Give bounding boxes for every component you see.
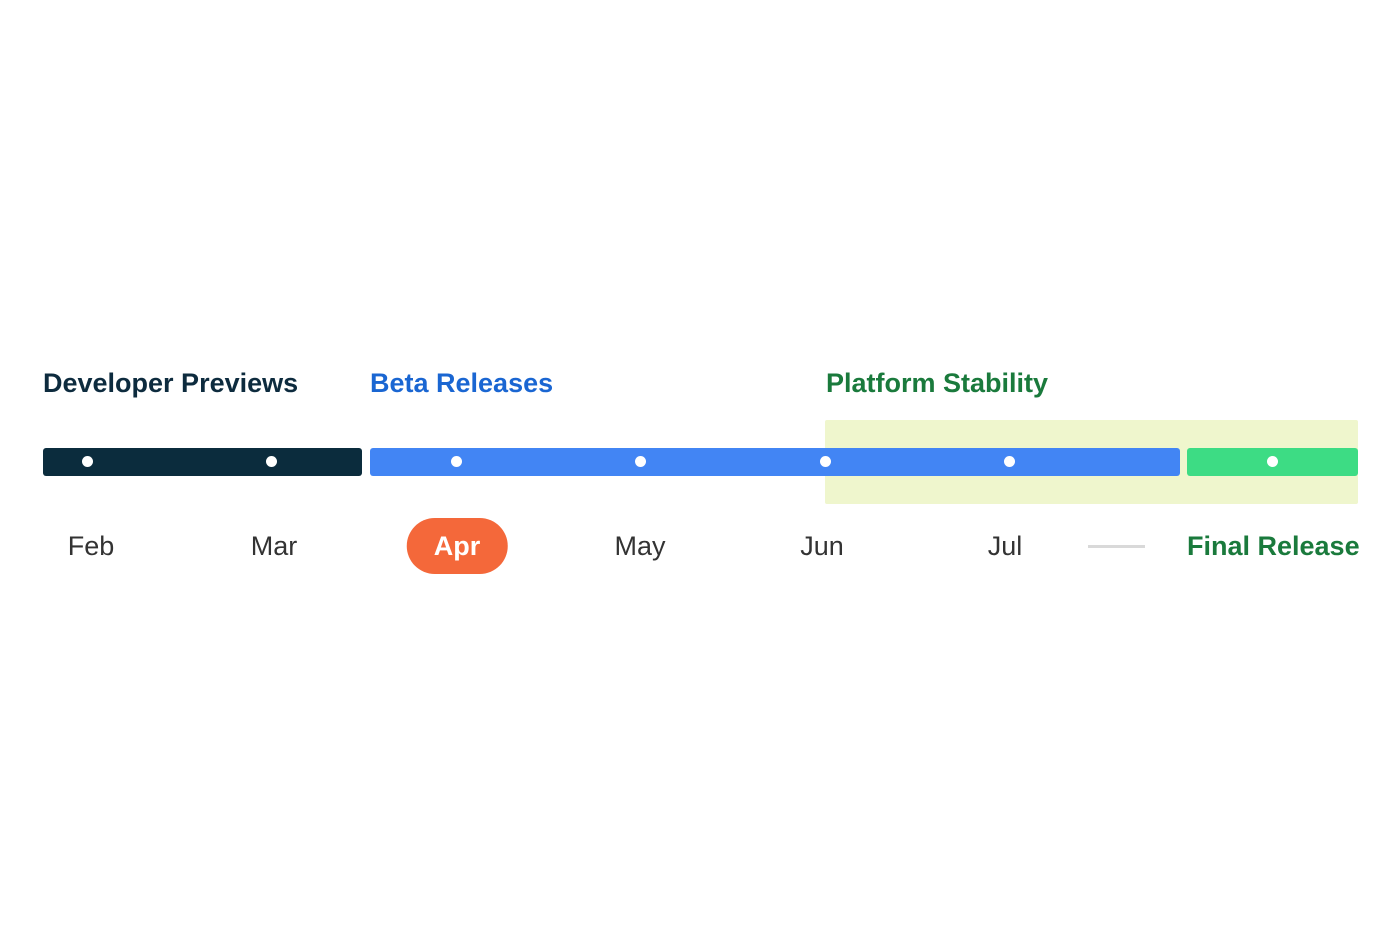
milestone-dot-mar (265, 456, 277, 467)
milestone-dot-feb (81, 456, 93, 467)
beta-releases-bar (370, 448, 1180, 476)
phase-label-developer-previews: Developer Previews (43, 368, 299, 398)
milestone-dot-jul (1003, 456, 1015, 467)
milestone-dot-apr (450, 456, 462, 467)
phase-label-beta-releases: Beta Releases (370, 368, 554, 398)
month-label-may: May (614, 531, 666, 561)
final-release-label: Final Release (1187, 531, 1360, 561)
month-label-jun: Jun (800, 531, 844, 561)
milestone-dot-jun (819, 456, 831, 467)
timeline-gap-dash (1088, 545, 1145, 548)
phase-label-platform-stability: Platform Stability (826, 368, 1049, 398)
month-label-feb: Feb (67, 531, 115, 561)
month-label-apr-current: Apr (406, 518, 508, 574)
month-label-jul: Jul (987, 531, 1023, 561)
milestone-dot-final (1266, 456, 1278, 467)
month-label-mar: Mar (250, 531, 298, 561)
milestone-dot-may (634, 456, 646, 467)
